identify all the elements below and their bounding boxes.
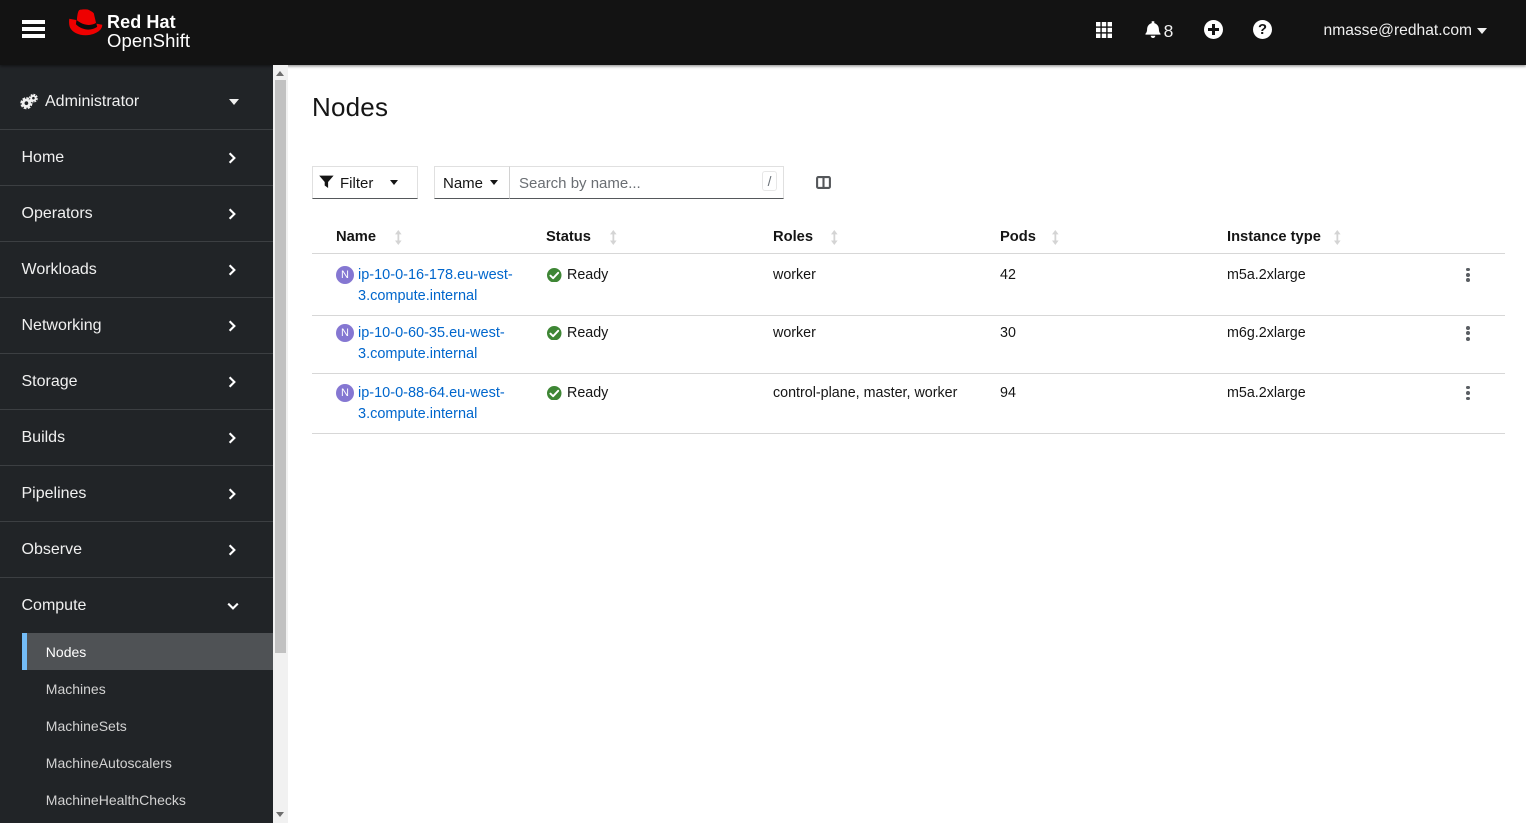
svg-text:?: ? [1258,22,1267,38]
